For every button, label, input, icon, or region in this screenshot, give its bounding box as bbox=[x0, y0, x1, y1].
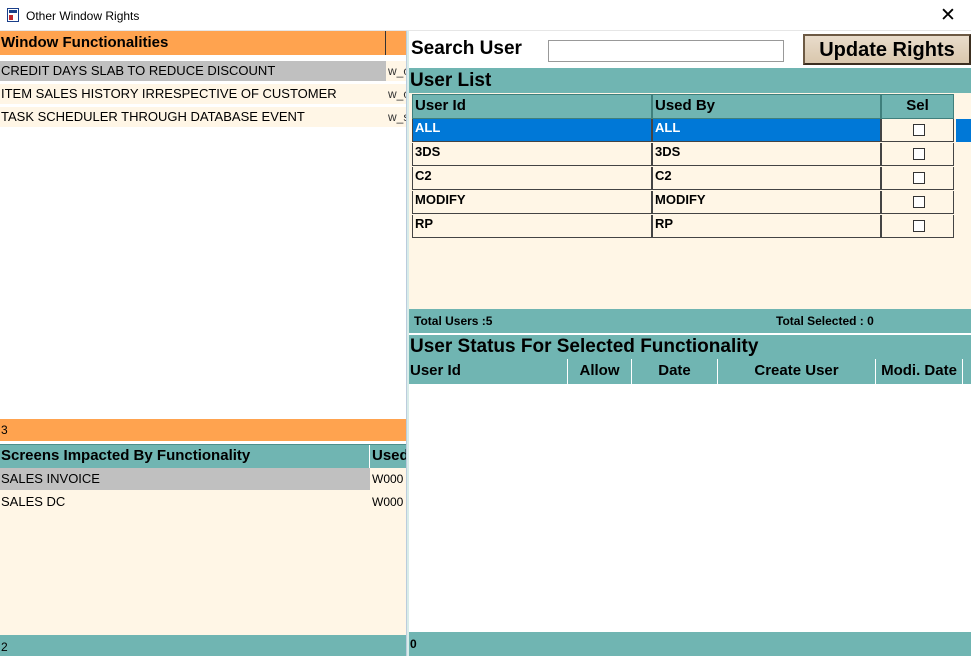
user-id-cell: C2 bbox=[412, 167, 652, 190]
user-list-header-row: User Id Used By Sel bbox=[412, 94, 971, 119]
screens-impacted-list[interactable]: SALES INVOICE W000 SALES DC W000 bbox=[0, 468, 406, 635]
column-header-date[interactable]: Date bbox=[632, 359, 718, 384]
right-pane: Search User Update Rights User List User… bbox=[409, 31, 971, 656]
functionality-count: 3 bbox=[0, 419, 406, 441]
column-header-user-id[interactable]: User Id bbox=[412, 94, 652, 119]
screen-code: W000 bbox=[372, 495, 404, 509]
functionality-code: w_c bbox=[388, 87, 406, 101]
user-status-title: User Status For Selected Functionality bbox=[409, 335, 971, 359]
search-user-input[interactable] bbox=[548, 40, 784, 62]
sel-cell bbox=[881, 167, 954, 190]
user-list-footer: Total Users :5 Total Selected : 0 bbox=[409, 309, 971, 333]
sel-cell bbox=[881, 215, 954, 238]
list-item[interactable]: ITEM SALES HISTORY IRRESPECTIVE OF CUSTO… bbox=[0, 84, 406, 104]
close-icon: ✕ bbox=[940, 5, 956, 26]
used-by-cell: 3DS bbox=[652, 143, 881, 166]
used-by-cell: RP bbox=[652, 215, 881, 238]
sel-cell bbox=[881, 143, 954, 166]
list-item[interactable]: CREDIT DAYS SLAB TO REDUCE DISCOUNT w_c bbox=[0, 61, 406, 81]
user-status-count: 0 bbox=[409, 632, 971, 656]
user-id-cell: MODIFY bbox=[412, 191, 652, 214]
used-by-cell: ALL bbox=[652, 119, 881, 142]
column-header-user-id[interactable]: User Id bbox=[409, 359, 568, 384]
window-functionalities-list[interactable]: CREDIT DAYS SLAB TO REDUCE DISCOUNT w_c … bbox=[0, 61, 406, 419]
screens-impacted-title[interactable]: Screens Impacted By Functionality bbox=[0, 445, 370, 468]
update-rights-button[interactable]: Update Rights bbox=[803, 34, 971, 65]
user-list-grid[interactable]: User Id Used By Sel ALL ALL 3DS 3DS C2 C… bbox=[409, 93, 971, 309]
list-item[interactable]: SALES INVOICE W000 bbox=[0, 468, 406, 490]
search-user-label: Search User bbox=[411, 38, 522, 59]
screen-name: SALES INVOICE bbox=[0, 468, 370, 490]
used-by-cell: C2 bbox=[652, 167, 881, 190]
select-checkbox[interactable] bbox=[912, 196, 925, 208]
screens-impacted-header: Screens Impacted By Functionality Used bbox=[0, 444, 406, 468]
sel-cell bbox=[881, 191, 954, 214]
functionality-name: CREDIT DAYS SLAB TO REDUCE DISCOUNT bbox=[0, 61, 386, 81]
window-functionalities-title[interactable]: Window Functionalities bbox=[0, 31, 386, 55]
screens-count: 2 bbox=[0, 635, 406, 656]
sel-cell bbox=[881, 119, 954, 142]
user-id-cell: ALL bbox=[412, 119, 652, 142]
functionality-code: w_s bbox=[388, 110, 406, 124]
close-button[interactable]: ✕ bbox=[925, 0, 971, 31]
functionality-name: TASK SCHEDULER THROUGH DATABASE EVENT bbox=[1, 109, 305, 124]
select-checkbox[interactable] bbox=[912, 172, 925, 184]
table-row[interactable]: MODIFY MODIFY bbox=[412, 191, 971, 215]
select-checkbox[interactable] bbox=[912, 220, 925, 232]
screens-used-header[interactable]: Used bbox=[371, 445, 406, 468]
user-id-cell: 3DS bbox=[412, 143, 652, 166]
column-header-allow[interactable]: Allow bbox=[568, 359, 632, 384]
table-row[interactable]: C2 C2 bbox=[412, 167, 971, 191]
list-item[interactable]: SALES DC W000 bbox=[0, 491, 406, 513]
used-by-cell: MODIFY bbox=[652, 191, 881, 214]
select-checkbox[interactable] bbox=[912, 124, 925, 136]
table-row[interactable]: RP RP bbox=[412, 215, 971, 239]
window-functionalities-code-header[interactable] bbox=[387, 31, 406, 55]
total-users: Total Users :5 bbox=[414, 314, 493, 328]
screen-code: W000 bbox=[372, 472, 404, 486]
select-checkbox[interactable] bbox=[912, 148, 925, 160]
user-status-grid[interactable] bbox=[409, 384, 971, 632]
title-bar: Other Window Rights ✕ bbox=[0, 0, 971, 31]
user-list-title: User List bbox=[409, 68, 971, 93]
column-header-modi-date[interactable]: Modi. Date bbox=[876, 359, 963, 384]
total-selected: Total Selected : 0 bbox=[776, 314, 874, 328]
column-header-create-user[interactable]: Create User bbox=[718, 359, 876, 384]
column-header-used-by[interactable]: Used By bbox=[652, 94, 881, 119]
column-header-sel[interactable]: Sel bbox=[881, 94, 954, 119]
screen-name: SALES DC bbox=[1, 494, 66, 509]
user-id-cell: RP bbox=[412, 215, 652, 238]
functionality-name: ITEM SALES HISTORY IRRESPECTIVE OF CUSTO… bbox=[1, 86, 337, 101]
window-title: Other Window Rights bbox=[26, 9, 140, 23]
window-functionalities-header: Window Functionalities bbox=[0, 31, 406, 55]
table-row[interactable]: ALL ALL bbox=[412, 119, 971, 143]
list-item[interactable]: TASK SCHEDULER THROUGH DATABASE EVENT w_… bbox=[0, 107, 406, 127]
app-icon bbox=[7, 8, 19, 22]
functionality-code: w_c bbox=[388, 64, 406, 78]
left-pane: Window Functionalities CREDIT DAYS SLAB … bbox=[0, 31, 406, 656]
user-status-header-row: User Id Allow Date Create User Modi. Dat… bbox=[409, 359, 971, 384]
table-row[interactable]: 3DS 3DS bbox=[412, 143, 971, 167]
